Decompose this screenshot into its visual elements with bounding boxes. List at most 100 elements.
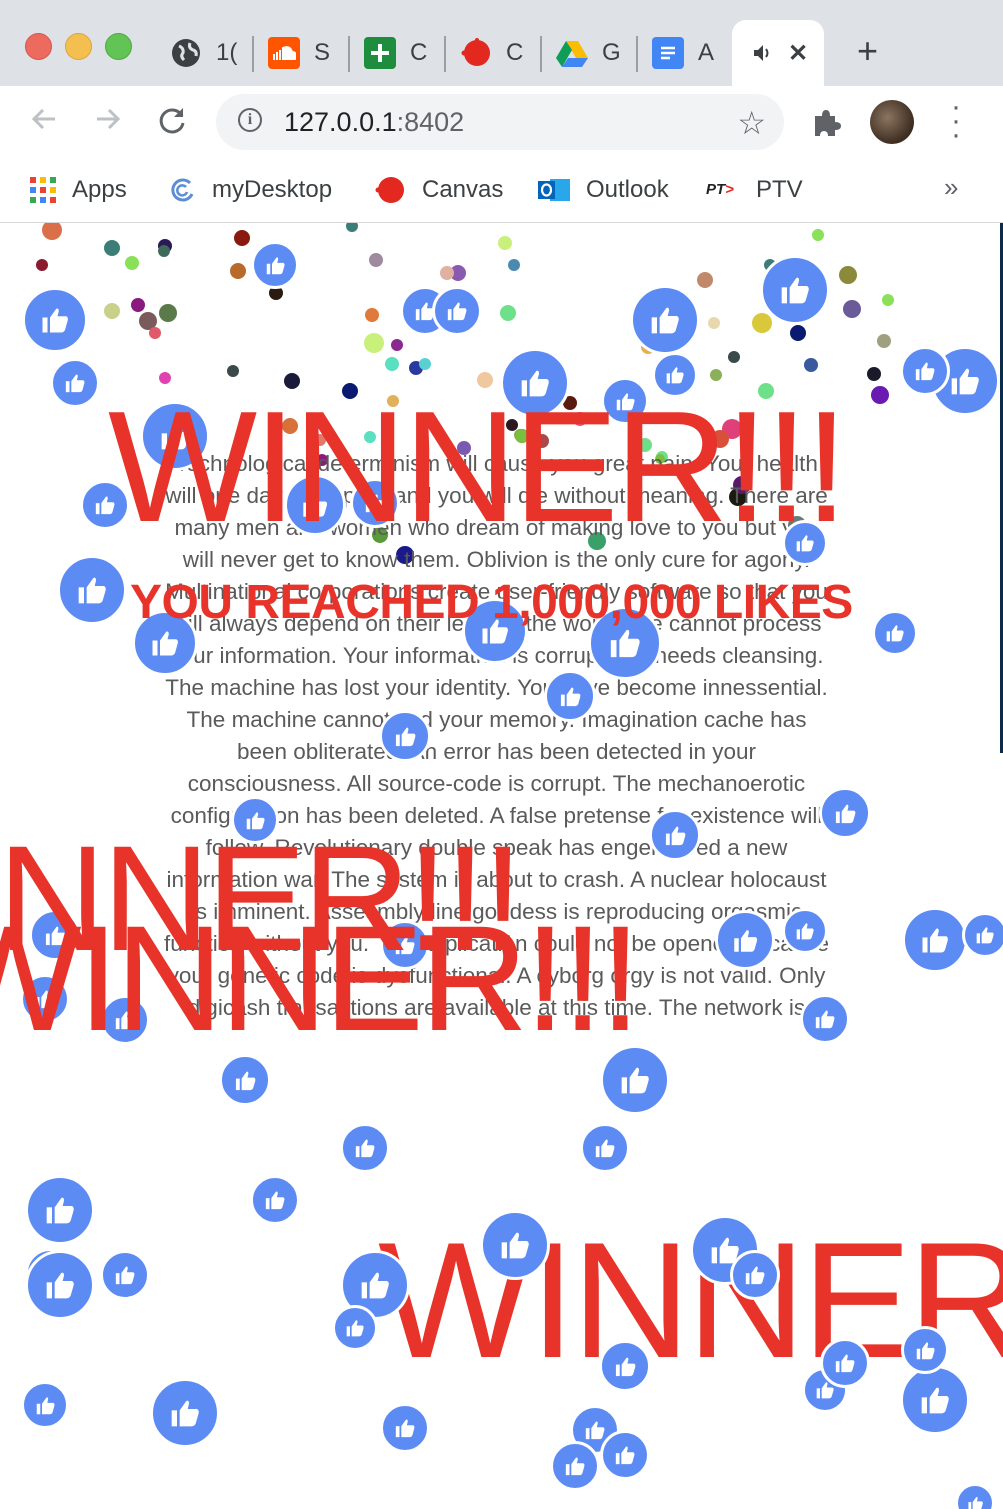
confetti-dot — [131, 298, 145, 312]
reload-button[interactable] — [154, 104, 190, 140]
tab-title: C — [506, 39, 524, 66]
likes-milestone-subtitle: YOU REACHED 1,000,000 LIKES — [130, 576, 853, 629]
close-tab-button[interactable]: ✕ — [788, 39, 808, 68]
bookmark-label: Canvas — [422, 176, 504, 203]
apps-grid-icon — [30, 177, 56, 203]
thumbs-up-icon — [379, 710, 431, 762]
thumbs-up-icon — [900, 1365, 970, 1435]
tab-6[interactable]: A — [652, 20, 720, 86]
google-drive-icon — [556, 37, 588, 69]
confetti-dot — [804, 358, 818, 372]
bookmark-label: Apps — [72, 176, 127, 203]
canvas-icon — [460, 37, 492, 69]
tab-title: 1( — [216, 39, 238, 66]
thumbs-up-icon — [630, 285, 700, 355]
arrow-right-icon — [97, 108, 121, 130]
tab-3[interactable]: C — [364, 20, 432, 86]
confetti-dot — [871, 386, 889, 404]
bookmark-mydesktop[interactable]: myDesktop — [170, 170, 332, 210]
thumbs-up-icon — [600, 1045, 670, 1115]
thumbs-up-icon — [251, 241, 299, 289]
thumbs-up-icon — [50, 358, 100, 408]
confetti-dot — [346, 223, 358, 232]
thumbs-up-icon — [962, 912, 1003, 958]
bookmark-label: myDesktop — [212, 176, 333, 203]
thumbs-up-icon — [730, 1250, 780, 1300]
confetti-dot — [440, 266, 454, 280]
thumbs-up-icon — [800, 994, 850, 1044]
confetti-dot — [843, 300, 861, 318]
winner-headline-repeat: WINNER!!! — [0, 894, 641, 1062]
bookmarks-overflow-button[interactable]: » — [944, 172, 958, 203]
bookmark-ptv[interactable]: PT> PTV — [706, 170, 803, 210]
thumbs-up-icon — [599, 1340, 651, 1392]
tab-2[interactable]: S — [268, 20, 336, 86]
ptv-logo-text: PT — [706, 181, 726, 198]
google-docs-icon — [652, 37, 684, 69]
thumbs-up-icon — [760, 255, 830, 325]
extensions-puzzle-icon[interactable] — [811, 106, 843, 143]
confetti-dot — [234, 230, 250, 246]
site-info-icon[interactable]: i — [238, 108, 262, 132]
thumbs-up-icon — [820, 1338, 870, 1388]
close-window-button[interactable] — [25, 33, 52, 60]
tab-divider — [348, 36, 350, 72]
thumbs-up-icon — [250, 1175, 300, 1225]
bookmark-outlook[interactable]: Outlook — [538, 170, 669, 210]
zoom-window-button[interactable] — [105, 33, 132, 60]
thumbs-up-icon — [955, 1483, 995, 1509]
thumbs-up-icon — [902, 907, 968, 973]
tab-divider — [636, 36, 638, 72]
tab-title: G — [602, 39, 621, 66]
winner-headline: WINNER!!! — [108, 379, 848, 555]
confetti-dot — [728, 351, 740, 363]
url-host: 127.0.0.1 — [284, 107, 397, 137]
confetti-dot — [877, 334, 891, 348]
ptv-logo-arrow: > — [725, 181, 734, 198]
minimize-window-button[interactable] — [65, 33, 92, 60]
bookmark-star-icon[interactable]: ☆ — [737, 104, 766, 142]
tab-1[interactable]: 1( — [170, 20, 238, 86]
confetti-dot — [708, 317, 720, 329]
url-port: :8402 — [396, 107, 465, 137]
thumbs-up-icon — [901, 1326, 949, 1374]
bookmark-canvas[interactable]: Canvas — [374, 170, 503, 210]
thumbs-up-icon — [480, 1210, 550, 1280]
thumbs-up-icon — [332, 1305, 378, 1351]
browser-toolbar: i 127.0.0.1:8402 ☆ · · · — [0, 86, 1003, 158]
thumbs-up-icon — [21, 1381, 69, 1429]
thumbs-up-icon — [872, 610, 918, 656]
new-tab-button[interactable]: + — [857, 33, 878, 69]
thumbs-up-icon — [782, 908, 828, 954]
speaker-icon[interactable] — [752, 42, 774, 64]
confetti-dot — [230, 263, 246, 279]
confetti-dot — [867, 367, 881, 381]
outlook-icon — [538, 175, 570, 205]
thumbs-up-icon — [57, 555, 127, 625]
profile-avatar[interactable] — [870, 100, 914, 144]
thumbs-up-icon — [544, 670, 596, 722]
confetti-dot — [36, 259, 48, 271]
ptv-icon: PT> — [706, 177, 740, 203]
thumbs-up-icon — [25, 1175, 95, 1245]
bookmark-apps[interactable]: Apps — [30, 170, 127, 210]
back-button[interactable] — [26, 104, 62, 140]
confetti-dot — [419, 358, 431, 370]
url-text[interactable]: 127.0.0.1:8402 — [284, 107, 464, 138]
thumbs-up-icon — [100, 1250, 150, 1300]
confetti-dot — [498, 236, 512, 250]
forward-button[interactable] — [90, 104, 126, 140]
more-menu-icon[interactable]: · · · — [946, 92, 966, 150]
tab-active[interactable]: ✕ — [732, 20, 824, 86]
confetti-dot — [104, 240, 120, 256]
address-bar[interactable]: i 127.0.0.1:8402 ☆ — [216, 94, 784, 150]
arrow-left-icon — [31, 108, 55, 130]
tab-5[interactable]: G — [556, 20, 624, 86]
tab-4[interactable]: C — [460, 20, 528, 86]
bookmark-label: PTV — [756, 176, 803, 203]
tab-divider — [444, 36, 446, 72]
thumbs-up-icon — [819, 787, 871, 839]
thumbs-up-icon — [900, 346, 950, 396]
confetti-dot — [158, 245, 170, 257]
confetti-dot — [752, 313, 772, 333]
